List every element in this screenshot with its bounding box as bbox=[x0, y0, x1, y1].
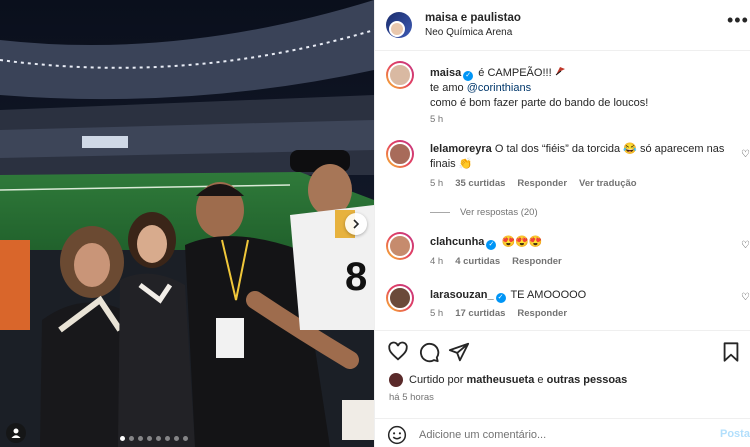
comment-text: larasouzan_ ✓ TE AMOOOOO bbox=[430, 288, 586, 303]
reply-button[interactable]: Responder bbox=[517, 308, 567, 319]
reply-button[interactable]: Responder bbox=[517, 178, 567, 189]
post-header: maisa e paulistao Neo Química Arena ••• bbox=[375, 0, 750, 51]
heart-icon[interactable]: ♡ bbox=[741, 292, 750, 303]
comment-likes[interactable]: 17 curtidas bbox=[455, 308, 505, 319]
reply-button[interactable]: Responder bbox=[512, 256, 562, 267]
comment-time: 4 h bbox=[430, 256, 444, 267]
translate-button[interactable]: Ver tradução bbox=[579, 178, 637, 189]
caption-line1: é CAMPEÃO!!! bbox=[478, 67, 552, 79]
comment-avatar[interactable] bbox=[386, 232, 414, 260]
share-icon[interactable] bbox=[448, 341, 470, 363]
caption-avatar[interactable] bbox=[386, 61, 414, 89]
post-time: há 5 horas bbox=[389, 392, 434, 403]
heart-icon[interactable]: ♡ bbox=[741, 240, 750, 251]
comment-meta: 5 h 17 curtidas Responder bbox=[430, 308, 567, 319]
emoji-icon[interactable] bbox=[387, 425, 407, 445]
comment-meta: 5 h 35 curtidas Responder Ver tradução bbox=[430, 178, 637, 189]
carousel-indicator bbox=[120, 436, 188, 441]
carousel-dot bbox=[165, 436, 170, 441]
more-icon[interactable]: ••• bbox=[727, 10, 749, 31]
user-tag-icon bbox=[11, 428, 21, 438]
comment-likes[interactable]: 4 curtidas bbox=[455, 256, 500, 267]
jersey-number: 8 bbox=[345, 255, 367, 299]
comment-body: TE AMOOOOO bbox=[510, 289, 587, 301]
comment-meta: 4 h 4 curtidas Responder bbox=[430, 256, 562, 267]
comment-time: 5 h bbox=[430, 178, 444, 189]
author-avatar[interactable] bbox=[386, 12, 412, 38]
carousel-dot bbox=[138, 436, 143, 441]
post-location[interactable]: Neo Química Arena bbox=[425, 27, 512, 38]
next-photo-button[interactable] bbox=[345, 213, 367, 235]
post-photo[interactable]: 8 bbox=[0, 0, 374, 447]
post-comment-button[interactable]: Postar bbox=[720, 428, 750, 440]
caption-line3: como é bom fazer parte do bando de louco… bbox=[430, 97, 649, 109]
comment-icon[interactable] bbox=[418, 341, 440, 363]
carousel-dot bbox=[183, 436, 188, 441]
carousel-dot bbox=[156, 436, 161, 441]
liked-by-connector: e bbox=[537, 374, 544, 386]
author-username[interactable]: maisa e paulistao bbox=[425, 12, 521, 24]
liked-by-prefix: Curtido por bbox=[409, 374, 464, 386]
caption-line2: te amo bbox=[430, 82, 464, 94]
stadium-photo: 8 bbox=[0, 0, 374, 447]
add-comment-bar: Postar bbox=[375, 418, 750, 447]
bookmark-icon[interactable] bbox=[720, 341, 742, 363]
carousel-dot bbox=[120, 436, 125, 441]
user-tag-button[interactable] bbox=[6, 423, 26, 443]
verified-icon: ✓ bbox=[463, 71, 474, 81]
liked-others-link[interactable]: outras pessoas bbox=[547, 374, 628, 386]
post-actions: Curtido por matheusueta e outras pessoas… bbox=[375, 330, 750, 447]
comment-input[interactable] bbox=[419, 425, 699, 445]
verified-icon: ✓ bbox=[495, 293, 506, 303]
view-replies-button[interactable]: Ver respostas (20) bbox=[430, 207, 538, 218]
verified-icon: ✓ bbox=[486, 240, 497, 250]
comment-body: 😍😍😍 bbox=[501, 236, 543, 248]
caption-username[interactable]: maisa bbox=[430, 67, 461, 79]
comment-username[interactable]: lelamoreyra bbox=[430, 143, 492, 155]
comment-body-line2: finais 👏 bbox=[430, 158, 473, 170]
comment-body-line1: O tal dos “fiéis” da torcida 😂 só aparec… bbox=[494, 143, 725, 155]
mention-link[interactable]: @corinthians bbox=[467, 82, 531, 94]
liker-username[interactable]: matheusueta bbox=[466, 374, 534, 386]
carousel-dot bbox=[129, 436, 134, 441]
liked-by: Curtido por matheusueta e outras pessoas bbox=[389, 373, 627, 387]
flag-icon bbox=[555, 67, 565, 76]
post-details-panel: maisa e paulistao Neo Química Arena ••• … bbox=[374, 0, 750, 447]
chevron-right-icon bbox=[353, 219, 360, 229]
comment-username[interactable]: larasouzan_ bbox=[430, 289, 494, 301]
liker-avatar[interactable] bbox=[389, 373, 403, 387]
comment-username[interactable]: clahcunha bbox=[430, 236, 484, 248]
view-replies-label: Ver respostas (20) bbox=[460, 207, 538, 218]
caption-time: 5 h bbox=[430, 114, 444, 125]
comment-avatar[interactable] bbox=[386, 140, 414, 168]
heart-icon[interactable] bbox=[387, 341, 409, 363]
caption-meta: 5 h bbox=[430, 114, 443, 125]
comment-time: 5 h bbox=[430, 308, 444, 319]
comment-text: lelamoreyra O tal dos “fiéis” da torcida… bbox=[430, 142, 730, 172]
comment-likes[interactable]: 35 curtidas bbox=[455, 178, 505, 189]
comments-list[interactable]: maisa ✓ é CAMPEÃO!!! te amo @corinthians … bbox=[375, 52, 750, 330]
carousel-dot bbox=[147, 436, 152, 441]
comment-text: clahcunha ✓ 😍😍😍 bbox=[430, 235, 543, 250]
comment-avatar[interactable] bbox=[386, 284, 414, 312]
heart-icon[interactable]: ♡ bbox=[741, 149, 750, 160]
caption: maisa ✓ é CAMPEÃO!!! te amo @corinthians … bbox=[430, 66, 648, 111]
carousel-dot bbox=[174, 436, 179, 441]
